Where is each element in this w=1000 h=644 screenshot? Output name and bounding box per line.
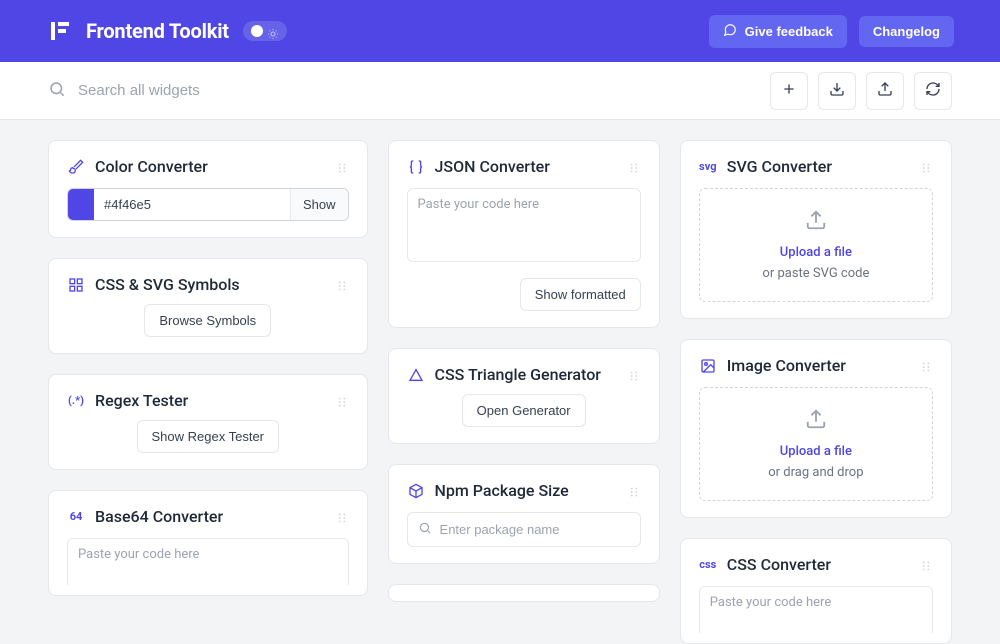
svg-dropzone[interactable]: Upload a file or paste SVG code <box>699 188 933 302</box>
upload-icon <box>805 209 827 239</box>
show-button[interactable]: Show <box>290 189 348 220</box>
export-button[interactable] <box>866 72 904 110</box>
card-title: CSS & SVG Symbols <box>95 275 325 294</box>
drag-handle-icon[interactable] <box>627 484 641 498</box>
card-title: Npm Package Size <box>435 481 617 500</box>
widget-base64-converter: 64 Base64 Converter <box>48 490 368 596</box>
json-input[interactable] <box>407 188 641 262</box>
toolbar <box>0 62 1000 120</box>
logo-icon <box>48 19 72 43</box>
sun-icon <box>267 25 279 37</box>
refresh-icon <box>925 81 941 100</box>
show-regex-button[interactable]: Show Regex Tester <box>137 420 280 453</box>
download-icon <box>829 81 845 100</box>
brush-icon <box>67 158 85 176</box>
npm-input-wrap <box>407 512 641 547</box>
plus-icon <box>781 81 797 100</box>
widget-board: Color Converter Show CSS & SVG Symbols B… <box>0 120 1000 644</box>
upload-link[interactable]: Upload a file <box>780 245 852 260</box>
widget-color-converter: Color Converter Show <box>48 140 368 238</box>
widget-svg-converter: svg SVG Converter Upload a file or paste… <box>680 140 952 319</box>
card-title: JSON Converter <box>435 157 617 176</box>
package-icon <box>407 482 425 500</box>
drag-handle-icon[interactable] <box>919 160 933 174</box>
base64-input[interactable] <box>67 538 349 585</box>
card-title: CSS Converter <box>727 555 909 574</box>
upload-link[interactable]: Upload a file <box>780 444 852 459</box>
column-2: JSON Converter Show formatted CSS Triang… <box>388 140 660 602</box>
drag-handle-icon[interactable] <box>335 394 349 408</box>
app-header: Frontend Toolkit Give feedback Changelog <box>0 0 1000 62</box>
upload-subtext: or paste SVG code <box>762 266 869 281</box>
column-1: Color Converter Show CSS & SVG Symbols B… <box>48 140 368 596</box>
theme-toggle[interactable] <box>243 21 287 41</box>
card-title: Base64 Converter <box>95 507 325 526</box>
npm-input[interactable] <box>440 522 630 537</box>
braces-icon <box>407 158 425 176</box>
widget-css-svg-symbols: CSS & SVG Symbols Browse Symbols <box>48 258 368 354</box>
card-title: SVG Converter <box>727 157 909 176</box>
drag-handle-icon[interactable] <box>335 160 349 174</box>
open-generator-button[interactable]: Open Generator <box>462 394 586 427</box>
drag-handle-icon[interactable] <box>919 359 933 373</box>
card-title: Color Converter <box>95 157 325 176</box>
column-3: svg SVG Converter Upload a file or paste… <box>680 140 952 644</box>
search-input[interactable] <box>78 82 378 99</box>
search-icon <box>418 520 432 539</box>
feedback-label: Give feedback <box>745 24 833 39</box>
widget-npm-size: Npm Package Size <box>388 464 660 564</box>
css-input[interactable] <box>699 586 933 633</box>
grid-icon <box>67 276 85 294</box>
import-button[interactable] <box>818 72 856 110</box>
browse-symbols-button[interactable]: Browse Symbols <box>144 304 271 337</box>
card-title: Regex Tester <box>95 391 325 410</box>
upload-subtext: or drag and drop <box>768 465 863 480</box>
image-icon <box>699 357 717 375</box>
app-title: Frontend Toolkit <box>86 19 229 43</box>
base64-icon: 64 <box>67 508 85 526</box>
logo[interactable]: Frontend Toolkit <box>48 19 229 43</box>
drag-handle-icon[interactable] <box>919 558 933 572</box>
widget-css-converter: css CSS Converter <box>680 538 952 644</box>
drag-handle-icon[interactable] <box>627 160 641 174</box>
chat-icon <box>723 23 737 40</box>
add-button[interactable] <box>770 72 808 110</box>
feedback-button[interactable]: Give feedback <box>709 15 847 48</box>
svg-icon: svg <box>699 158 717 176</box>
widget-regex-tester: (.*) Regex Tester Show Regex Tester <box>48 374 368 470</box>
card-title: Image Converter <box>727 356 909 375</box>
widget-css-triangle: CSS Triangle Generator Open Generator <box>388 348 660 444</box>
regex-icon: (.*) <box>67 392 85 410</box>
search-wrap <box>48 80 770 102</box>
changelog-button[interactable]: Changelog <box>859 16 954 47</box>
triangle-icon <box>407 366 425 384</box>
drag-handle-icon[interactable] <box>335 278 349 292</box>
show-formatted-button[interactable]: Show formatted <box>520 278 641 311</box>
card-title: CSS Triangle Generator <box>435 365 617 384</box>
widget-json-converter: JSON Converter Show formatted <box>388 140 660 328</box>
color-input[interactable] <box>94 189 290 220</box>
color-swatch[interactable] <box>68 189 94 220</box>
upload-icon <box>877 81 893 100</box>
search-icon <box>48 80 66 102</box>
drag-handle-icon[interactable] <box>335 510 349 524</box>
widget-partial <box>388 584 660 602</box>
reset-button[interactable] <box>914 72 952 110</box>
drag-handle-icon[interactable] <box>627 368 641 382</box>
css-icon: css <box>699 556 717 574</box>
upload-icon <box>805 408 827 438</box>
image-dropzone[interactable]: Upload a file or drag and drop <box>699 387 933 501</box>
widget-image-converter: Image Converter Upload a file or drag an… <box>680 339 952 518</box>
moon-icon <box>251 25 263 37</box>
